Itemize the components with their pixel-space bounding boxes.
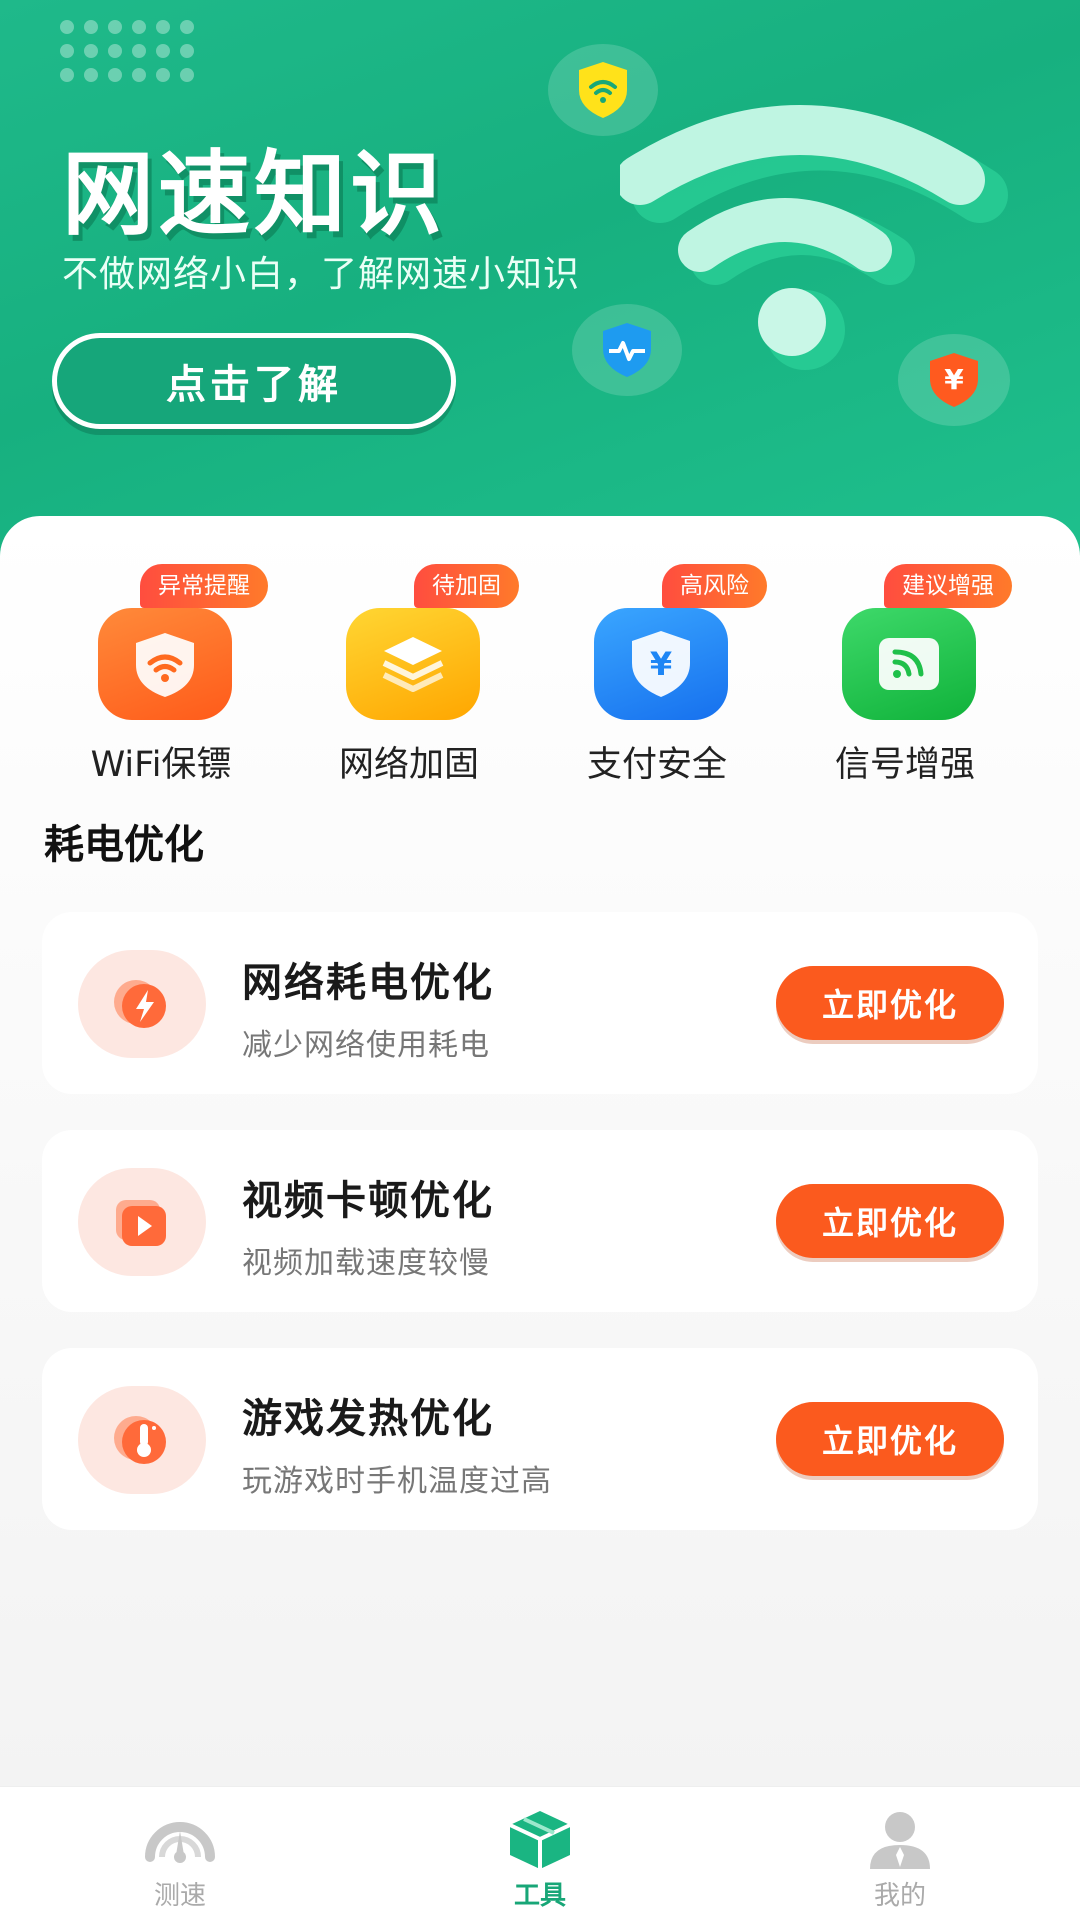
card-title: 视频卡顿优化 xyxy=(242,1178,494,1224)
yuan-badge-bubble: ¥ xyxy=(898,334,1010,426)
tools-panel: 异常提醒 WiFi保镖 待加固 网络加固 ¥ 高风险 支付安全 建议增强 信号增… xyxy=(0,516,1080,1786)
wifi-shield-icon xyxy=(579,62,627,118)
tool-label: 支付安全 xyxy=(586,745,727,785)
optimize-now-button[interactable]: 立即优化 xyxy=(776,966,1004,1040)
tool-badge: 高风险 xyxy=(662,564,767,608)
pulse-shield-icon xyxy=(603,323,651,377)
card-subtitle: 减少网络使用耗电 xyxy=(242,1028,490,1063)
tab-mine[interactable]: 我的 xyxy=(800,1787,1000,1921)
banner-subtitle: 不做网络小白，了解网速小知识 xyxy=(62,254,581,295)
optimize-now-button[interactable]: 立即优化 xyxy=(776,1402,1004,1476)
optimize-card-video-lag: 视频卡顿优化 视频加载速度较慢 立即优化 xyxy=(42,1130,1038,1312)
bottom-tab-bar: 测速 工具 我的 xyxy=(0,1786,1080,1921)
tool-label: 信号增强 xyxy=(834,745,975,785)
yuan-shield-icon: ¥ xyxy=(594,608,728,720)
signal-icon xyxy=(842,608,976,720)
section-title: 耗电优化 xyxy=(44,822,204,868)
optimize-card-network-power: 网络耗电优化 减少网络使用耗电 立即优化 xyxy=(42,912,1038,1094)
tool-badge: 建议增强 xyxy=(884,564,1012,608)
svg-text:¥: ¥ xyxy=(650,645,672,683)
user-icon xyxy=(870,1812,930,1869)
hero-banner: 网速知识 不做网络小白，了解网速小知识 点击了解 ¥ xyxy=(0,0,1080,560)
optimize-now-button[interactable]: 立即优化 xyxy=(776,1184,1004,1258)
lightning-icon xyxy=(78,950,206,1058)
card-subtitle: 玩游戏时手机温度过高 xyxy=(242,1464,552,1499)
decor-dots xyxy=(60,20,194,82)
learn-more-button[interactable]: 点击了解 xyxy=(52,333,456,429)
banner-title: 网速知识 xyxy=(62,141,447,248)
tab-label: 测速 xyxy=(153,1881,206,1911)
tab-speedtest[interactable]: 测速 xyxy=(80,1787,280,1921)
tool-signal-boost[interactable]: 建议增强 信号增强 xyxy=(780,556,1030,785)
layers-icon xyxy=(346,608,480,720)
card-title: 游戏发热优化 xyxy=(242,1396,494,1442)
tool-network-harden[interactable]: 待加固 网络加固 xyxy=(284,556,534,785)
speedometer-icon xyxy=(145,1822,215,1863)
toolbox-icon xyxy=(509,1811,571,1869)
wifi-badge-bubble xyxy=(548,44,658,136)
tab-label: 我的 xyxy=(873,1881,926,1911)
video-play-icon xyxy=(78,1168,206,1276)
tool-wifi-guard[interactable]: 异常提醒 WiFi保镖 xyxy=(36,556,286,785)
tab-label: 工具 xyxy=(513,1881,566,1911)
tool-label: WiFi保镖 xyxy=(90,745,232,785)
wifi-shield-icon xyxy=(98,608,232,720)
card-subtitle: 视频加载速度较慢 xyxy=(242,1246,490,1281)
thermometer-icon xyxy=(78,1386,206,1494)
optimize-card-game-heat: 游戏发热优化 玩游戏时手机温度过高 立即优化 xyxy=(42,1348,1038,1530)
tool-label: 网络加固 xyxy=(338,745,479,785)
card-title: 网络耗电优化 xyxy=(242,960,494,1006)
yuan-shield-icon: ¥ xyxy=(930,353,978,407)
tool-badge: 异常提醒 xyxy=(140,564,268,608)
tab-tools[interactable]: 工具 xyxy=(440,1787,640,1921)
svg-text:¥: ¥ xyxy=(944,363,964,396)
tool-badge: 待加固 xyxy=(414,564,519,608)
quick-tools: 异常提醒 WiFi保镖 待加固 网络加固 ¥ 高风险 支付安全 建议增强 信号增… xyxy=(0,556,1080,785)
tool-payment-security[interactable]: ¥ 高风险 支付安全 xyxy=(532,556,782,785)
pulse-badge-bubble xyxy=(572,304,682,396)
